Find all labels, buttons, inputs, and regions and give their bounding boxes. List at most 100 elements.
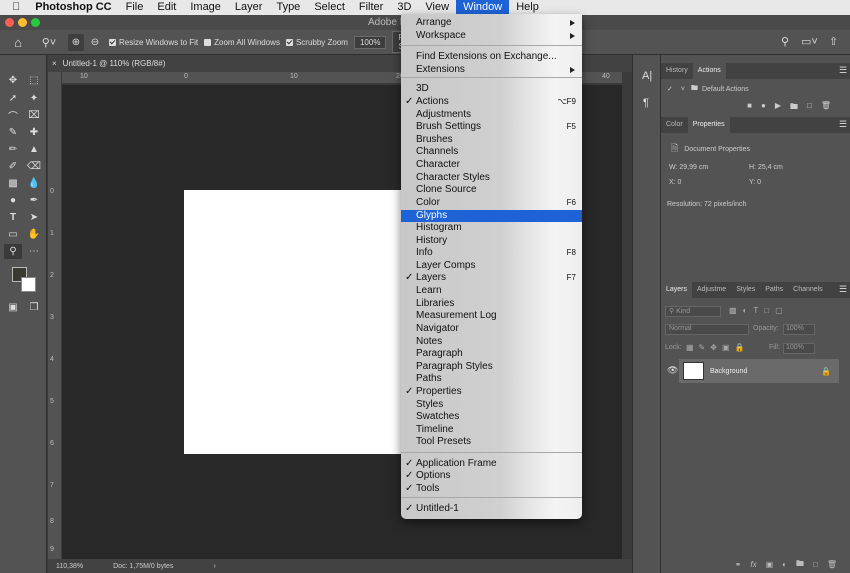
filter-kind-select[interactable]: ⚲ Kind (665, 306, 721, 317)
menu-item-untitled-1[interactable]: ✓ Untitled-1 (401, 503, 582, 515)
tab-history[interactable]: History (661, 63, 693, 79)
history-brush-icon[interactable]: ✐ (4, 159, 22, 174)
tab-properties[interactable]: Properties (687, 117, 730, 133)
group-icon[interactable]: 🖿 (796, 558, 804, 572)
menu-item-properties[interactable]: ✓ Properties (401, 386, 582, 398)
menu-item-libraries[interactable]: Libraries (401, 298, 582, 310)
pen-tool-icon[interactable]: ✒ (25, 193, 43, 208)
menu-select[interactable]: Select (307, 0, 352, 15)
tab-channels[interactable]: Channels (788, 282, 828, 298)
zoom-window-button[interactable] (31, 18, 40, 27)
zoom-all-windows-checkbox[interactable]: Zoom All Windows (204, 38, 280, 47)
trash-icon[interactable]: 🗑 (827, 560, 837, 569)
menu-file[interactable]: File (119, 0, 151, 15)
menu-item-layer-comps[interactable]: Layer Comps (401, 260, 582, 272)
hand-tool-icon[interactable]: ✋ (25, 227, 43, 242)
menu-item-info[interactable]: Info F8 (401, 247, 582, 259)
menu-item-measurement-log[interactable]: Measurement Log (401, 310, 582, 322)
zoom-out-icon[interactable]: ⊖ (87, 34, 103, 51)
menu-item-find-extensions-on-exchange[interactable]: Find Extensions on Exchange... (401, 51, 582, 63)
character-panel-icon[interactable]: A| (642, 70, 652, 82)
blend-mode-select[interactable]: Normal (665, 324, 749, 335)
menu-item-layers[interactable]: ✓ Layers F7 (401, 272, 582, 284)
visibility-eye-icon[interactable]: 👁 (667, 365, 678, 376)
resize-windows-checkbox[interactable]: Resize Windows to Fit (109, 38, 198, 47)
panel-menu-icon[interactable]: ☰ (839, 119, 847, 130)
trash-icon[interactable]: 🗑 (821, 101, 831, 113)
menu-item-history[interactable]: History (401, 235, 582, 247)
paragraph-panel-icon[interactable]: ¶ (643, 97, 649, 109)
zoom-tool-icon[interactable]: ⚲ (4, 244, 22, 259)
marquee-tool-icon[interactable]: ⬚ (25, 73, 43, 88)
rectangle-tool-icon[interactable]: ▭ (4, 227, 22, 242)
menu-item-glyphs[interactable]: Glyphs (401, 210, 582, 222)
panel-menu-icon[interactable]: ☰ (839, 284, 847, 295)
brush-tool-icon[interactable]: ✏ (4, 142, 22, 157)
screen-mode-icon[interactable]: ❐ (25, 300, 43, 315)
adjustment-icon[interactable]: ◐ (782, 560, 787, 569)
apple-icon[interactable]:  (0, 0, 28, 15)
menu-item-channels[interactable]: Channels (401, 146, 582, 158)
menu-image[interactable]: Image (183, 0, 228, 15)
layer-filter-icons[interactable]: ▩◐T□▢ (729, 306, 789, 315)
menu-item-brush-settings[interactable]: Brush Settings F5 (401, 121, 582, 133)
menu-item-color[interactable]: Color F6 (401, 197, 582, 209)
background-color-swatch[interactable] (21, 277, 36, 292)
scrubby-zoom-checkbox[interactable]: Scrubby Zoom (285, 38, 348, 47)
menu-item-brushes[interactable]: Brushes (401, 134, 582, 146)
type-tool-icon[interactable]: T (4, 210, 22, 225)
path-selection-icon[interactable]: ➤ (25, 210, 43, 225)
opacity-input[interactable]: 100% (783, 324, 815, 335)
menu-item-character-styles[interactable]: Character Styles (401, 172, 582, 184)
menu-3d[interactable]: 3D (390, 0, 418, 15)
menu-item-tool-presets[interactable]: Tool Presets (401, 436, 582, 448)
tab-paths[interactable]: Paths (760, 282, 788, 298)
menu-item-timeline[interactable]: Timeline (401, 424, 582, 436)
play-icon[interactable]: ▶ (775, 101, 781, 113)
height-value[interactable]: H: 25,4 cm (749, 164, 783, 171)
menu-item-learn[interactable]: Learn (401, 285, 582, 297)
fx-icon[interactable]: fx (750, 560, 756, 569)
menu-layer[interactable]: Layer (228, 0, 270, 15)
new-action-icon[interactable]: □ (807, 101, 812, 113)
menu-item-options[interactable]: ✓ Options (401, 470, 582, 482)
mask-icon[interactable]: ▣ (766, 560, 774, 569)
share-icon[interactable]: ⇧ (829, 35, 838, 48)
menu-item-paragraph[interactable]: Paragraph (401, 348, 582, 360)
eraser-tool-icon[interactable]: ⌫ (25, 159, 43, 174)
menu-item-adjustments[interactable]: Adjustments (401, 109, 582, 121)
menu-help[interactable]: Help (509, 0, 546, 15)
eyedropper-icon[interactable]: ✎ (4, 125, 22, 140)
y-value[interactable]: Y: 0 (749, 179, 761, 186)
x-value[interactable]: X: 0 (669, 179, 681, 186)
zoom-level[interactable]: 110,38% (56, 563, 83, 570)
menu-item-workspace[interactable]: Workspace (401, 30, 582, 42)
quick-mask-icon[interactable]: ▣ (4, 300, 22, 315)
menu-item-arrange[interactable]: Arrange (401, 17, 582, 29)
tab-color[interactable]: Color (661, 117, 688, 133)
tab-layers[interactable]: Layers (661, 282, 693, 298)
move-tool-icon[interactable]: ✥ (4, 73, 22, 88)
healing-brush-icon[interactable]: ✚ (25, 125, 43, 140)
link-icon[interactable]: ⚭ (735, 560, 742, 569)
app-name-menu[interactable]: Photoshop CC (28, 0, 118, 15)
zoom-in-icon[interactable]: ⊕ (68, 33, 84, 51)
lock-icons[interactable]: ▦✎✥▣🔒 (686, 343, 749, 352)
menu-filter[interactable]: Filter (352, 0, 390, 15)
width-value[interactable]: W: 29,99 cm (669, 164, 708, 171)
menu-view[interactable]: View (418, 0, 456, 15)
menu-item-swatches[interactable]: Swatches (401, 411, 582, 423)
frame-tool-icon[interactable]: ⌧ (25, 108, 43, 123)
layer-row-background[interactable]: 👁 Background 🔒 (667, 359, 839, 383)
document-canvas[interactable] (184, 190, 424, 454)
record-icon[interactable]: ● (761, 101, 766, 113)
close-tab-icon[interactable]: × (52, 59, 57, 68)
search-icon[interactable]: ⚲ (781, 35, 789, 48)
menu-type[interactable]: Type (269, 0, 307, 15)
menu-item-histogram[interactable]: Histogram (401, 222, 582, 234)
menu-item-actions[interactable]: ✓ Actions ⌥F9 (401, 96, 582, 108)
stamp-tool-icon[interactable]: ▲ (25, 142, 43, 157)
menu-item-paths[interactable]: Paths (401, 373, 582, 385)
fill-input[interactable]: 100% (783, 343, 815, 354)
crop-tool-icon[interactable]: ⌒ (4, 108, 22, 123)
